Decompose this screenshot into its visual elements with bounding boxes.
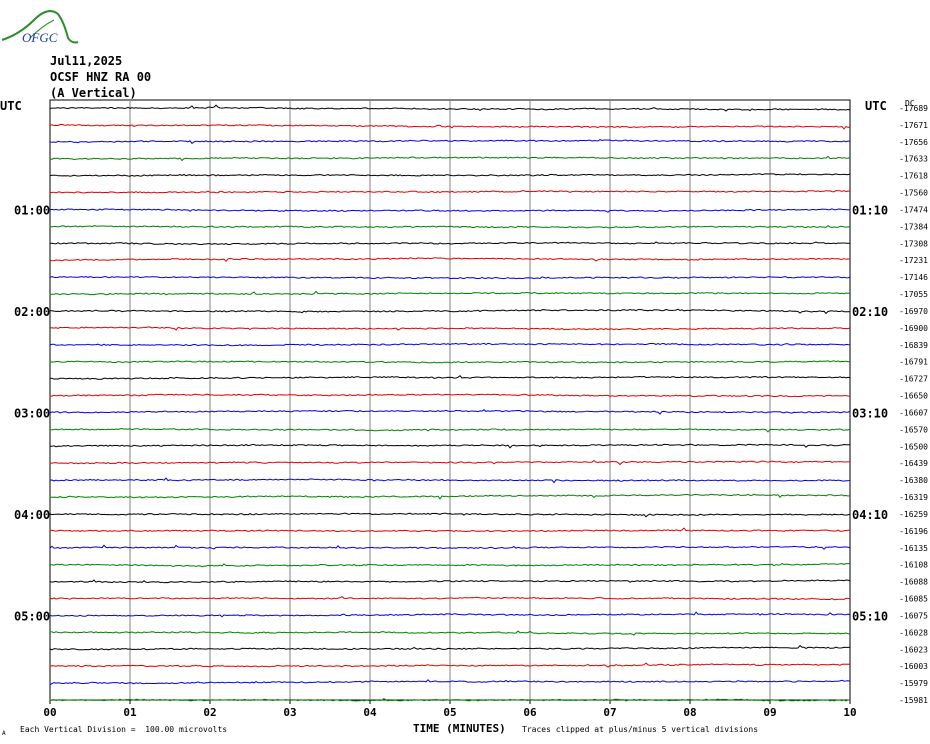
dc-offset-label: -16570 <box>899 425 928 434</box>
dc-offset-label: -16839 <box>899 341 928 350</box>
dc-offset-label: -16003 <box>899 662 928 671</box>
right-time-label: 01:10 <box>852 203 888 217</box>
dc-offset-label: -16650 <box>899 392 928 401</box>
dc-offset-label: -16791 <box>899 358 928 367</box>
dc-offset-label: -16727 <box>899 375 928 384</box>
left-time-label: 05:00 <box>14 609 50 623</box>
x-tick-label: 09 <box>763 706 776 719</box>
corner-mark: A <box>2 730 6 737</box>
x-tick-label: 05 <box>443 706 456 719</box>
dc-offset-label: -17656 <box>899 138 928 147</box>
clip-note: Traces clipped at plus/minus 5 vertical … <box>522 725 759 734</box>
dc-offset-label: -16023 <box>899 645 928 654</box>
dc-offset-label: -16108 <box>899 561 928 570</box>
left-time-label: 02:00 <box>14 305 50 319</box>
dc-offset-label: -16135 <box>899 544 928 553</box>
dc-offset-label: -17618 <box>899 172 928 181</box>
dc-offset-label: -15981 <box>899 696 928 705</box>
dc-offset-label: -16088 <box>899 578 928 587</box>
dc-offset-label: -17671 <box>899 121 928 130</box>
dc-offset-label: -17146 <box>899 273 928 282</box>
x-tick-label: 01 <box>123 706 137 719</box>
x-tick-label: 00 <box>43 706 56 719</box>
helicorder-plot: 00 01 02 03 04 05 06 07 08 09 10-17689-17671-17656… <box>0 99 928 719</box>
x-tick-label: 03 <box>283 706 296 719</box>
dc-offset-label: -16380 <box>899 476 928 485</box>
left-time-label: 01:00 <box>14 203 50 217</box>
dc-offset-label: -17384 <box>899 222 928 231</box>
right-time-label: 05:10 <box>852 609 888 623</box>
dc-offset-label: -16075 <box>899 611 928 620</box>
division-note: Each Vertical Division = 100.00 microvol… <box>20 725 228 734</box>
dc-offset-label: -16319 <box>899 493 928 502</box>
x-tick-label: 08 <box>683 706 696 719</box>
dc-offset-label: -16085 <box>899 595 928 604</box>
dc-offset-label: -17308 <box>899 239 928 248</box>
dc-offset-label: -17474 <box>899 205 928 214</box>
dc-offset-label: -16900 <box>899 324 928 333</box>
dc-offset-label: -16196 <box>899 527 928 536</box>
left-time-label: 04:00 <box>14 508 50 522</box>
dc-offset-label: -16028 <box>899 628 928 637</box>
x-tick-label: 10 <box>843 706 856 719</box>
right-time-label: 04:10 <box>852 508 888 522</box>
dc-offset-label: -16607 <box>899 408 928 417</box>
dc-offset-label: -16500 <box>899 442 928 451</box>
x-tick-label: 07 <box>603 706 616 719</box>
x-tick-label: 02 <box>203 706 216 719</box>
dc-offset-label: -16259 <box>899 510 928 519</box>
right-time-label: 03:10 <box>852 406 888 420</box>
x-tick-label: 06 <box>523 706 537 719</box>
dc-offset-label: -17560 <box>899 189 928 198</box>
right-time-label: 02:10 <box>852 305 888 319</box>
dc-offset-label: -15979 <box>899 679 928 688</box>
dc-offset-label: -17231 <box>899 256 928 265</box>
time-axis-title: TIME (MINUTES) <box>413 722 506 735</box>
dc-offset-label: -17633 <box>899 155 928 164</box>
left-time-label: 03:00 <box>14 406 50 420</box>
dc-offset-label: -17055 <box>899 290 928 299</box>
utc-left-header: UTC <box>0 99 22 113</box>
utc-right-header: UTC <box>865 99 887 113</box>
dc-offset-label: -16970 <box>899 307 928 316</box>
x-tick-label: 04 <box>363 706 377 719</box>
dc-offset-label: -16439 <box>899 459 928 468</box>
dc-header: DC <box>905 99 915 108</box>
